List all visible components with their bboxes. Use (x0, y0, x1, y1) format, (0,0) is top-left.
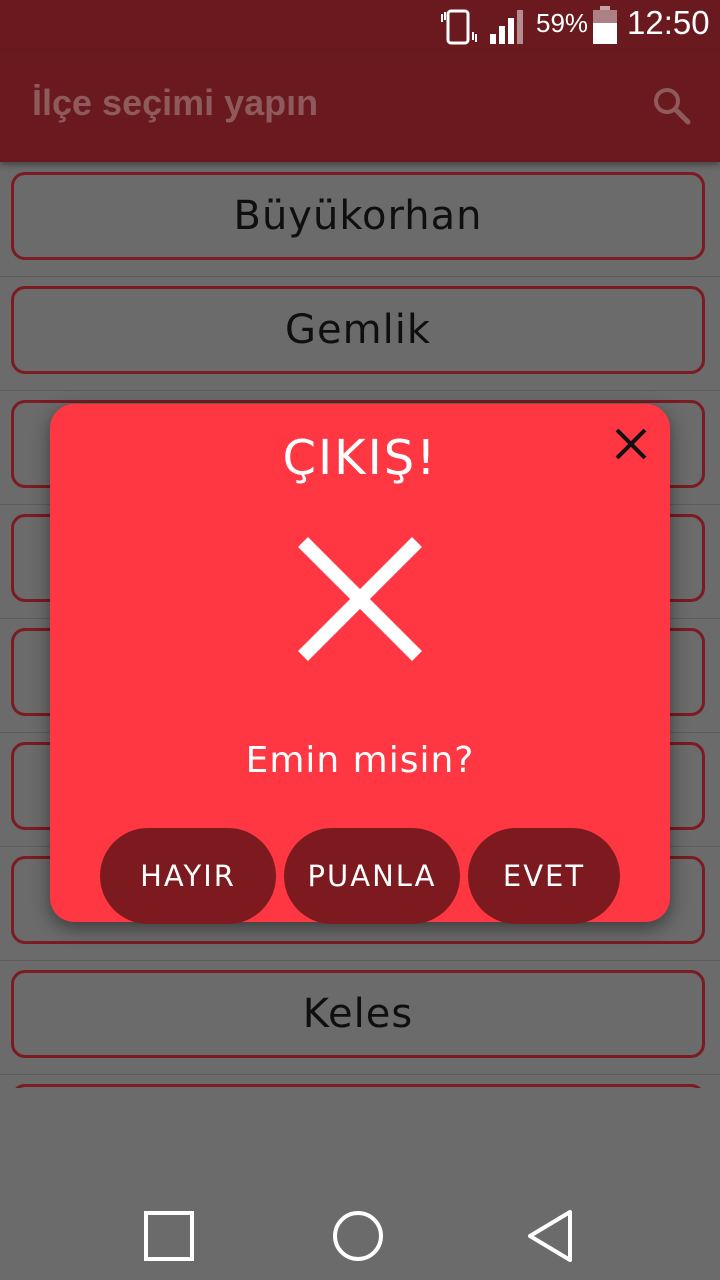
yes-button[interactable]: EVET (468, 828, 620, 924)
clock: 12:50 (627, 4, 710, 41)
district-button[interactable]: Gemlik (11, 286, 705, 374)
dialog-message: Emin misin? (245, 740, 475, 781)
status-bar: 59% 12:50 (0, 0, 720, 52)
circle-icon[interactable] (328, 1206, 388, 1266)
list-item (0, 1074, 720, 1088)
battery-percent: 59% (536, 8, 589, 38)
list-item: Keles (0, 960, 720, 1075)
exit-dialog: ÇIKIŞ! Emin misin? HAYIR PUANLA EVET (50, 404, 670, 924)
dialog-title: ÇIKIŞ! (282, 430, 438, 486)
battery-icon (593, 6, 617, 44)
district-button[interactable]: Büyükorhan (11, 172, 705, 260)
list-item: Gemlik (0, 276, 720, 391)
district-button[interactable]: Keles (11, 970, 705, 1058)
close-x-icon (298, 537, 422, 661)
signal-icon (490, 10, 523, 44)
district-button[interactable] (11, 1084, 705, 1088)
vibrate-icon (441, 9, 477, 45)
search-icon[interactable] (650, 84, 694, 128)
rate-button[interactable]: PUANLA (284, 828, 460, 924)
list-item: Büyükorhan (0, 162, 720, 277)
page-title: İlçe seçimi yapın (32, 82, 319, 123)
navigation-bar (0, 1190, 720, 1280)
app-bar: İlçe seçimi yapın (0, 52, 720, 162)
triangle-back-icon[interactable] (520, 1206, 580, 1266)
no-button[interactable]: HAYIR (100, 828, 276, 924)
square-icon[interactable] (139, 1206, 199, 1266)
